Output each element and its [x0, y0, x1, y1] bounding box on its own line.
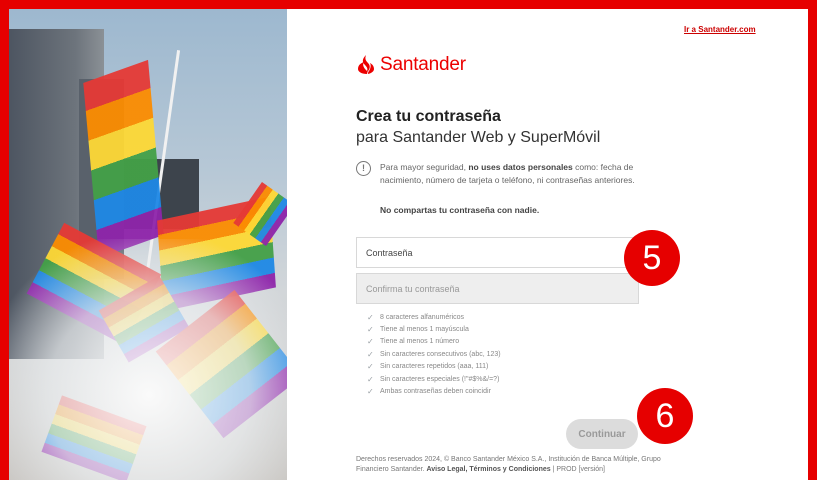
- page-title: Crea tu contraseña: [356, 108, 501, 125]
- legal-terms-link[interactable]: Aviso Legal, Términos y Condiciones: [426, 466, 550, 473]
- annotation-marker: 5: [624, 230, 680, 286]
- continue-button[interactable]: Continuar: [566, 419, 638, 449]
- check-icon: ✓: [367, 312, 374, 322]
- brand-name: Santander: [380, 54, 466, 75]
- check-icon: ✓: [367, 325, 374, 335]
- password-input[interactable]: [356, 237, 639, 268]
- page-subtitle: para Santander Web y SuperMóvil: [356, 129, 601, 146]
- check-icon: ✓: [367, 387, 374, 397]
- notice-prefix: Para mayor seguridad,: [380, 162, 469, 172]
- security-notice: Para mayor seguridad, no uses datos pers…: [380, 161, 642, 187]
- santander-flame-icon: [358, 55, 374, 74]
- legal-footer: Derechos reservados 2024, © Banco Santan…: [356, 455, 686, 475]
- page-frame: Ir a Santander.com Santander Crea tu con…: [9, 9, 808, 480]
- smoke-overlay: [9, 239, 287, 480]
- info-circle-icon: !: [356, 161, 371, 176]
- check-icon: ✓: [367, 349, 374, 359]
- password-rule: ✓ Sin caracteres consecutivos (abc, 123): [367, 349, 501, 359]
- password-rules-list: ✓ 8 caracteres alfanuméricos ✓ Tiene al me…: [367, 311, 501, 398]
- password-rule: ✓ Sin caracteres repetidos (aaa, 111): [367, 362, 489, 372]
- pride-flag: [83, 59, 164, 259]
- password-rule: ✓ Sin caracteres especiales (!"#$%&/=?): [367, 374, 500, 384]
- security-warning: No compartas tu contraseña con nadie.: [380, 205, 540, 215]
- check-icon: ✓: [367, 374, 374, 384]
- annotation-marker: 6: [637, 388, 693, 444]
- password-rule: ✓ 8 caracteres alfanuméricos: [367, 312, 465, 322]
- santander-com-link[interactable]: Ir a Santander.com: [684, 25, 756, 34]
- confirm-password-input[interactable]: [356, 273, 639, 304]
- password-rule: ✓ Tiene al menos 1 número: [367, 337, 460, 347]
- santander-logo: Santander: [356, 52, 466, 78]
- footer-version: | PROD [versión]: [550, 466, 605, 473]
- password-rule: ✓ Ambas contraseñas deben coincidir: [367, 387, 491, 397]
- check-icon: ✓: [367, 337, 374, 347]
- pride-flags-photo: [9, 9, 287, 480]
- notice-emphasis: no uses datos personales: [468, 162, 573, 172]
- password-rule: ✓ Tiene al menos 1 mayúscula: [367, 325, 469, 335]
- check-icon: ✓: [367, 362, 374, 372]
